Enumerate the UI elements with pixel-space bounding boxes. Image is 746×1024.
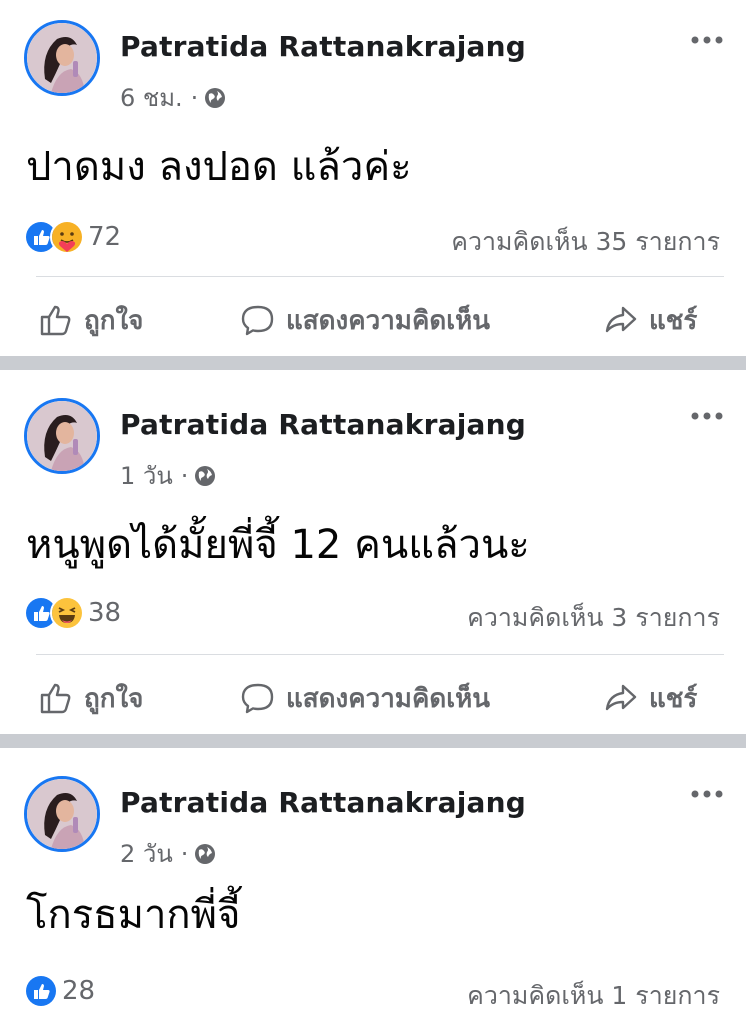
reaction-count: 28 [62, 976, 96, 1006]
comment-count[interactable]: ความคิดเห็น 3 รายการ [467, 598, 720, 638]
haha-reaction-icon [50, 596, 84, 630]
globe-icon [194, 465, 216, 487]
comment-count[interactable]: ความคิดเห็น 35 รายการ [451, 222, 720, 262]
divider [36, 276, 724, 277]
comment-button[interactable]: แสดงความคิดเห็น [240, 678, 490, 718]
care-reaction-icon [50, 220, 84, 254]
reactions-summary[interactable]: 72 [24, 220, 121, 254]
share-arrow-icon [605, 306, 637, 333]
post-separator [0, 734, 746, 748]
comment-label: แสดงความคิดเห็น [286, 683, 491, 714]
divider [36, 654, 724, 655]
post-text: โกรธมากพี่จี้ [26, 892, 241, 938]
post-meta: 2 วัน · [120, 834, 216, 873]
reaction-count: 72 [88, 222, 122, 252]
reaction-count: 38 [88, 598, 122, 628]
like-label: ถูกใจ [84, 683, 144, 714]
meta-separator: · [180, 839, 189, 868]
comment-bubble-icon [241, 683, 274, 714]
news-feed: Patratida Rattanakrajang 6 ชม. · ปาดมง ล… [0, 0, 746, 1024]
meta-separator: · [180, 461, 189, 490]
thumbs-up-icon [40, 683, 71, 714]
post-card: Patratida Rattanakrajang 6 ชม. · ปาดมง ล… [0, 0, 746, 356]
reactions-summary[interactable]: 28 [24, 974, 95, 1008]
action-bar: ถูกใจ แสดงความคิดเห็น แชร์ [0, 300, 746, 340]
post-time[interactable]: 6 ชม. [120, 78, 183, 117]
meta-separator: · [190, 83, 199, 112]
more-options-icon[interactable] [690, 788, 724, 800]
post-card: Patratida Rattanakrajang 1 วัน · หนูพูดไ… [0, 370, 746, 734]
more-options-icon[interactable] [690, 34, 724, 46]
post-time[interactable]: 1 วัน [120, 456, 173, 495]
avatar[interactable] [24, 20, 100, 96]
author-name[interactable]: Patratida Rattanakrajang [120, 408, 526, 441]
action-bar: ถูกใจ แสดงความคิดเห็น แชร์ [0, 678, 746, 718]
post-card: Patratida Rattanakrajang 2 วัน · โกรธมาก… [0, 748, 746, 1024]
globe-icon [194, 843, 216, 865]
comment-count[interactable]: ความคิดเห็น 1 รายการ [467, 976, 720, 1016]
comment-label: แสดงความคิดเห็น [286, 305, 491, 336]
comment-button[interactable]: แสดงความคิดเห็น [240, 300, 490, 340]
share-arrow-icon [605, 684, 637, 711]
like-button[interactable]: ถูกใจ [38, 300, 143, 340]
share-button[interactable]: แชร์ [603, 678, 697, 718]
post-text: ปาดมง ลงปอด แล้วค่ะ [26, 144, 412, 190]
like-button[interactable]: ถูกใจ [38, 678, 143, 718]
more-options-icon[interactable] [690, 410, 724, 422]
post-meta: 6 ชม. · [120, 78, 226, 117]
comment-bubble-icon [241, 305, 274, 336]
post-text: หนูพูดได้มั้ยพี่จี้ 12 คนแล้วนะ [26, 522, 530, 568]
avatar[interactable] [24, 776, 100, 852]
reactions-summary[interactable]: 38 [24, 596, 121, 630]
globe-icon [204, 87, 226, 109]
share-button[interactable]: แชร์ [603, 300, 697, 340]
author-name[interactable]: Patratida Rattanakrajang [120, 786, 526, 819]
share-label: แชร์ [649, 305, 698, 336]
thumbs-up-icon [40, 305, 71, 336]
author-name[interactable]: Patratida Rattanakrajang [120, 30, 526, 63]
share-label: แชร์ [649, 683, 698, 714]
post-time[interactable]: 2 วัน [120, 834, 173, 873]
like-label: ถูกใจ [84, 305, 144, 336]
like-reaction-icon [24, 974, 58, 1008]
post-separator [0, 356, 746, 370]
avatar[interactable] [24, 398, 100, 474]
post-meta: 1 วัน · [120, 456, 216, 495]
